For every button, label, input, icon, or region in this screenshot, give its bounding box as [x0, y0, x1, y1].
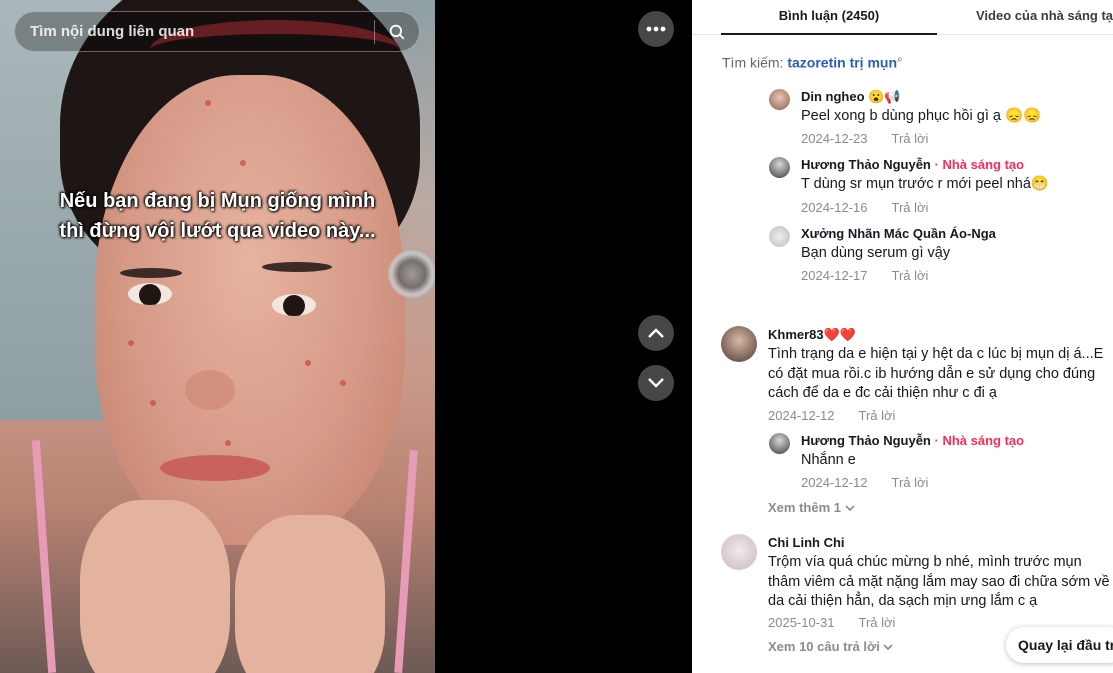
comment-meta: 2024-12-12 Trả lời	[801, 475, 928, 490]
more-dots-icon	[646, 26, 666, 32]
search-icon: ⌕	[897, 54, 903, 65]
right-eyebrow	[262, 262, 332, 272]
reply-button[interactable]: Trả lời	[859, 615, 896, 630]
view-more-replies[interactable]: Xem thêm 1	[768, 500, 855, 515]
right-eye	[272, 294, 316, 316]
blemish	[150, 400, 156, 406]
comment-date: 2024-12-16	[801, 200, 868, 215]
video-caption: Nếu bạn đang bị Mụn giống mình thì đừng …	[20, 186, 415, 246]
blemish	[128, 340, 134, 346]
comments-panel: Bình luận (2450) Video của nhà sáng tạo …	[692, 0, 1113, 673]
comment-text: Bạn dùng serum gì vậy	[801, 245, 951, 261]
comment-meta: 2025-10-31 Trả lời	[768, 615, 895, 630]
comment-meta: 2024-12-23 Trả lời	[801, 131, 928, 146]
left-eye	[128, 283, 172, 305]
tab-creator-videos[interactable]: Video của nhà sáng tạo	[976, 0, 1113, 35]
video-stage: Nếu bạn đang bị Mụn giống mình thì đừng …	[0, 0, 692, 673]
comment-meta: 2024-12-12 Trả lời	[768, 408, 895, 423]
view-replies-label: Xem 10 câu trả lời	[768, 639, 880, 654]
lips	[160, 455, 270, 481]
author-name[interactable]: Hương Thảo Nguyễn	[801, 433, 931, 448]
comment-author[interactable]: Hương Thảo Nguyễn · Nhà sáng tạo	[801, 157, 1024, 172]
reply-button[interactable]: Trả lời	[859, 408, 896, 423]
chevron-down-icon	[883, 644, 894, 651]
search-icon	[389, 24, 405, 39]
view-replies[interactable]: Xem 10 câu trả lời	[768, 639, 894, 654]
related-search-keyword[interactable]: tazoretin trị mụn	[787, 55, 897, 71]
comment-text: Peel xong b dùng phục hồi gì ạ 😞😞	[801, 108, 1042, 124]
comment-text: T dùng sr mụn trước r mới peel nhá😁	[801, 176, 1049, 192]
comment-author[interactable]: Khmer83❤️❤️	[768, 327, 856, 343]
comment-text: Trộm vía quá chúc mừng b nhé, mình trước…	[768, 554, 1110, 609]
right-hand	[235, 515, 385, 673]
author-emoji: 😮📢	[868, 89, 901, 104]
search-button[interactable]	[375, 12, 419, 51]
reply-button[interactable]: Trả lời	[892, 268, 929, 283]
video-player[interactable]: Nếu bạn đang bị Mụn giống mình thì đừng …	[0, 0, 435, 673]
nose	[185, 370, 235, 410]
avatar[interactable]	[769, 433, 790, 454]
tab-comments[interactable]: Bình luận (2450)	[721, 0, 937, 35]
avatar[interactable]	[769, 89, 790, 110]
comment-date: 2024-12-12	[801, 475, 868, 490]
reply-button[interactable]: Trả lời	[892, 131, 929, 146]
caption-line-1: Nếu bạn đang bị Mụn giống mình	[59, 190, 376, 212]
blemish	[225, 440, 231, 446]
reply-button[interactable]: Trả lời	[892, 475, 929, 490]
avatar[interactable]	[769, 157, 790, 178]
comment-date: 2025-10-31	[768, 615, 835, 630]
caption-line-2: thì đừng vội lướt qua video này...	[59, 220, 376, 242]
comment-date: 2024-12-23	[801, 131, 868, 146]
view-more-label: Xem thêm 1	[768, 500, 841, 515]
camera-lens-overlay	[388, 250, 435, 298]
comment-meta: 2024-12-17 Trả lời	[801, 268, 928, 283]
next-video-button[interactable]	[638, 365, 674, 401]
comment-date: 2024-12-12	[768, 408, 835, 423]
blemish	[340, 380, 346, 386]
comment-author[interactable]: Din ngheo 😮📢	[801, 89, 901, 105]
tab-bar: Bình luận (2450) Video của nhà sáng tạo	[692, 0, 1113, 35]
author-emoji: ❤️❤️	[823, 327, 857, 342]
avatar[interactable]	[769, 226, 790, 247]
more-options-button[interactable]	[638, 11, 674, 47]
related-search-label: Tìm kiếm:	[722, 54, 784, 71]
comment-author[interactable]: Chi Linh Chi	[768, 535, 845, 550]
related-search-row: Tìm kiếm: tazoretin trị mụn⌕	[722, 54, 903, 71]
comment-meta: 2024-12-16 Trả lời	[801, 200, 928, 215]
comment-date: 2024-12-17	[801, 268, 868, 283]
comment-text: Tình trạng da e hiện tại y hệt da c lúc …	[768, 346, 1104, 401]
chevron-up-icon	[648, 328, 664, 338]
creator-badge: · Nhà sáng tạo	[934, 433, 1025, 448]
author-name[interactable]: Hương Thảo Nguyễn	[801, 157, 931, 172]
related-search-bar	[14, 11, 420, 52]
left-eyebrow	[120, 268, 182, 278]
back-to-top-button[interactable]: Quay lại đầu trang	[1006, 627, 1113, 663]
previous-video-button[interactable]	[638, 315, 674, 351]
comment-author[interactable]: Xưởng Nhãn Mác Quần Áo-Nga	[801, 226, 996, 241]
author-name[interactable]: Khmer83	[768, 327, 824, 342]
strap-right	[394, 449, 418, 673]
reply-button[interactable]: Trả lời	[892, 200, 929, 215]
chevron-down-icon	[648, 378, 664, 388]
left-hand	[80, 500, 230, 673]
search-input[interactable]	[15, 12, 374, 51]
avatar[interactable]	[721, 534, 757, 570]
creator-badge: · Nhà sáng tạo	[934, 157, 1025, 172]
strap-left	[31, 440, 57, 673]
author-name[interactable]: Din ngheo	[801, 89, 865, 104]
avatar[interactable]	[721, 326, 757, 362]
comment-text: Nhắnn e	[801, 452, 856, 468]
blemish	[205, 100, 211, 106]
chevron-down-icon	[845, 505, 855, 512]
blemish	[305, 360, 311, 366]
blemish	[240, 160, 246, 166]
comment-author[interactable]: Hương Thảo Nguyễn · Nhà sáng tạo	[801, 433, 1024, 448]
